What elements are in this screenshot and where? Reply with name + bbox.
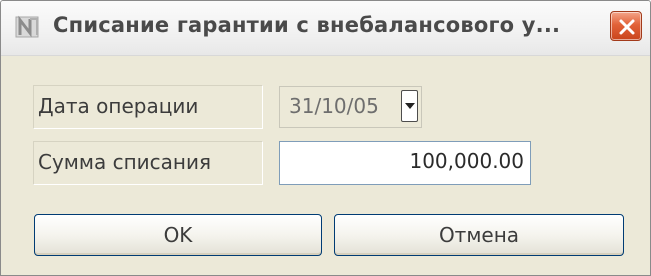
writeoff-amount-value: 100,000.00 <box>409 149 524 173</box>
chevron-down-icon <box>405 103 415 109</box>
title-bar[interactable]: Списание гарантии с внебалансового у... <box>1 1 650 56</box>
cancel-button[interactable]: Отмена <box>334 214 624 256</box>
operation-date-value: 31/10/05 <box>289 94 379 118</box>
ok-button[interactable]: OK <box>34 214 322 256</box>
writeoff-amount-label: Сумма списания <box>33 141 263 185</box>
operation-date-label: Дата операции <box>33 85 263 129</box>
dialog-title: Списание гарантии с внебалансового у... <box>53 13 561 37</box>
dialog-window: Списание гарантии с внебалансового у... … <box>0 0 651 276</box>
close-icon <box>619 19 635 35</box>
date-dropdown-button[interactable] <box>401 90 418 122</box>
close-button[interactable] <box>610 11 642 41</box>
writeoff-amount-input[interactable]: 100,000.00 <box>279 141 531 185</box>
app-logo-icon <box>15 14 41 40</box>
